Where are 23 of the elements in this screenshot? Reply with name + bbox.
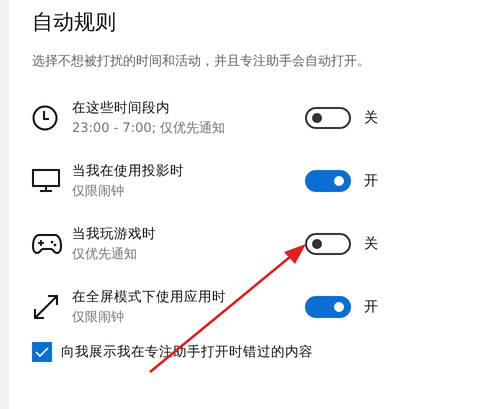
toggle-switch[interactable] (305, 232, 351, 254)
toggle-state-label: 关 (364, 234, 378, 252)
toggle-switch[interactable] (305, 170, 351, 192)
description: 选择不想被打扰的时间和活动，并且专注助手会自动打开。 (32, 53, 371, 71)
monitor-icon (32, 168, 60, 192)
clock-icon (32, 104, 58, 130)
rule-name: 当我玩游戏时 (72, 224, 157, 242)
gamepad-icon (32, 232, 62, 254)
rule-detail: 仅优先通知 (72, 246, 138, 262)
toggle-switch[interactable] (305, 106, 351, 128)
toggle-switch[interactable] (305, 296, 351, 318)
expand-icon (32, 292, 60, 320)
toggle-state-label: 开 (364, 172, 378, 190)
rule-detail: 仅限闹钟 (72, 182, 125, 200)
toggle-state-label: 开 (364, 298, 378, 316)
toggle-state-label: 关 (364, 108, 378, 126)
checkbox[interactable] (32, 342, 52, 362)
section-title: 自动规则 (32, 9, 117, 36)
rule-detail: 23:00 - 7:00; 仅优先通知 (72, 120, 226, 136)
rule-detail: 仅限闹钟 (72, 308, 125, 326)
rule-name: 在这些时间段内 (72, 98, 171, 116)
rule-name: 当我在使用投影时 (72, 162, 185, 180)
rule-name: 在全屏模式下使用应用时 (72, 288, 227, 306)
